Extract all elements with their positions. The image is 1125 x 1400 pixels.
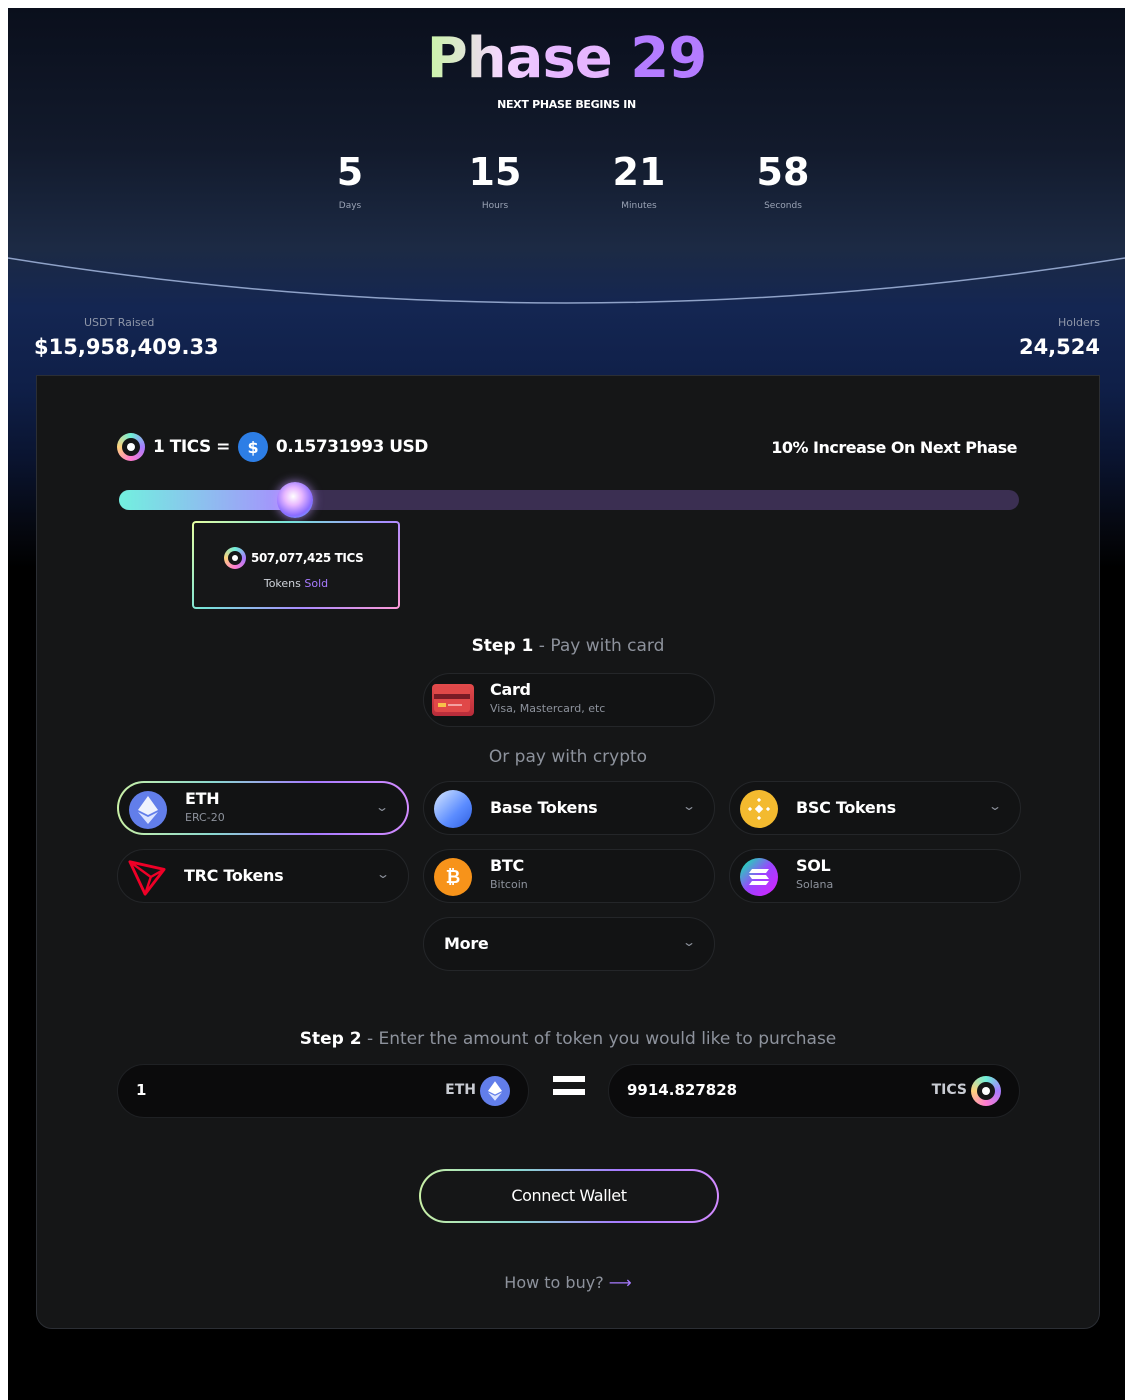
chevron-down-icon: ⌄ xyxy=(987,799,1003,813)
crypto-option-trc[interactable]: TRC Tokens ⌄ xyxy=(117,849,409,903)
tics-logo-icon xyxy=(224,547,246,569)
chevron-down-icon: ⌄ xyxy=(681,935,697,949)
solana-icon xyxy=(740,858,778,896)
countdown-minutes: 21 Minutes xyxy=(612,150,666,211)
base-icon xyxy=(434,790,472,828)
credit-card-icon xyxy=(432,684,474,716)
ethereum-icon xyxy=(129,791,167,829)
progress-knob xyxy=(276,482,313,518)
holders-count: Holders 24,524 xyxy=(1018,316,1100,359)
countdown-days: 5 Days xyxy=(336,150,364,211)
chevron-down-icon: ⌄ xyxy=(375,867,391,881)
chevron-down-icon: ⌄ xyxy=(681,799,697,813)
crypto-option-base[interactable]: Base Tokens ⌄ xyxy=(423,781,715,835)
tokens-sold-tooltip: 507,077,425 TICS Tokens Sold xyxy=(192,521,400,609)
crypto-option-btc[interactable]: ₿ BTC Bitcoin xyxy=(423,849,715,903)
chevron-down-icon: ⌄ xyxy=(374,800,390,814)
phase-title: Phase 29 xyxy=(426,26,707,91)
countdown-seconds: 58 Seconds xyxy=(756,150,810,211)
equals-sign xyxy=(553,1076,585,1102)
buy-panel: 1 TICS = $ 0.15731993 USD 10% Increase O… xyxy=(36,375,1100,1329)
next-phase-label: NEXT PHASE BEGINS IN xyxy=(497,98,636,111)
crypto-option-more[interactable]: More ⌄ xyxy=(423,917,715,971)
pay-card-button[interactable]: Card Visa, Mastercard, etc xyxy=(423,673,715,727)
increase-note: 10% Increase On Next Phase xyxy=(771,438,1017,457)
tics-logo-icon xyxy=(971,1076,1001,1106)
crypto-option-eth[interactable]: ETH ERC-20 ⌄ xyxy=(117,781,409,835)
tics-logo-icon xyxy=(117,433,145,461)
token-rate: 1 TICS = $ 0.15731993 USD xyxy=(117,432,428,462)
presale-widget: Phase 29 NEXT PHASE BEGINS IN 5 Days 15 … xyxy=(8,8,1125,1400)
step2-title: Step 2 - Enter the amount of token you w… xyxy=(299,1029,837,1049)
how-to-buy-link[interactable]: How to buy? ⟶ xyxy=(37,1273,1099,1292)
bnb-icon xyxy=(740,790,778,828)
usdt-raised: USDT Raised $15,958,409.33 xyxy=(34,316,219,359)
connect-wallet-button[interactable]: Connect Wallet xyxy=(419,1169,719,1223)
crypto-option-sol[interactable]: SOL Solana xyxy=(729,849,1021,903)
usd-coin-icon: $ xyxy=(237,432,268,462)
pay-amount-input[interactable]: 1 ETH xyxy=(117,1064,529,1118)
crypto-option-bsc[interactable]: BSC Tokens ⌄ xyxy=(729,781,1021,835)
sale-progress-bar xyxy=(119,482,1019,518)
arrow-right-icon: ⟶ xyxy=(608,1273,632,1292)
step1-title: Step 1 - Pay with card xyxy=(471,636,665,656)
bitcoin-icon: ₿ xyxy=(434,858,472,896)
sale-progress-fill xyxy=(119,490,295,510)
ethereum-icon xyxy=(480,1076,510,1106)
countdown-hours: 15 Hours xyxy=(468,150,522,211)
or-crypto-label: Or pay with crypto xyxy=(488,747,648,767)
tron-icon xyxy=(128,858,166,896)
receive-amount-input[interactable]: 9914.827828 TICS xyxy=(608,1064,1020,1118)
